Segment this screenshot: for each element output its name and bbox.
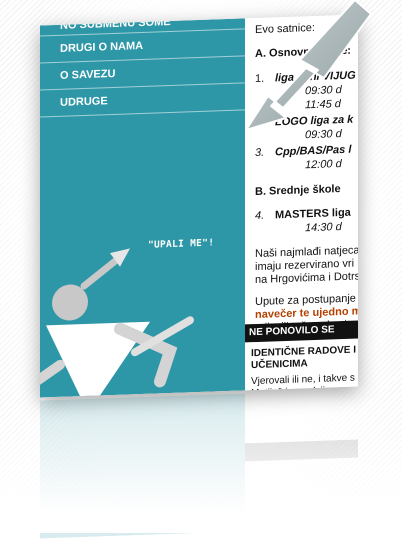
arrow-pointer-icon [245, 0, 372, 131]
